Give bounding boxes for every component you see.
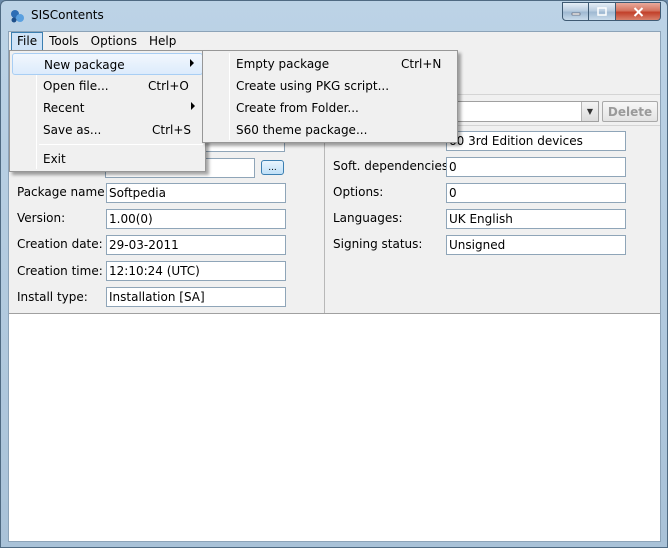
app-icon bbox=[11, 10, 24, 23]
menu-item-label: New package bbox=[44, 58, 125, 72]
submenu-s60-theme-package[interactable]: S60 theme package... bbox=[205, 119, 455, 141]
window-controls bbox=[562, 2, 661, 21]
menu-item-label: Exit bbox=[43, 152, 66, 166]
target-devices-field[interactable]: 60 3rd Edition devices bbox=[446, 131, 626, 151]
browse-button[interactable]: ... bbox=[261, 160, 284, 175]
menu-item-label: S60 theme package... bbox=[236, 123, 368, 137]
label-install-type: Install type: bbox=[17, 290, 88, 304]
creation-date-field[interactable]: 29-03-2011 bbox=[106, 235, 286, 255]
soft-dependencies-field[interactable]: 0 bbox=[446, 157, 626, 177]
label-package-name: Package name: bbox=[17, 185, 109, 199]
package-name-field[interactable]: Softpedia bbox=[106, 183, 286, 203]
menu-help[interactable]: Help bbox=[143, 32, 182, 51]
close-button[interactable] bbox=[616, 2, 661, 21]
menu-tools[interactable]: Tools bbox=[43, 32, 85, 51]
label-creation-date: Creation date: bbox=[17, 237, 103, 251]
close-icon bbox=[633, 6, 643, 17]
file-list-area[interactable] bbox=[9, 313, 660, 541]
file-menu-save-as[interactable]: Save as... Ctrl+S bbox=[12, 119, 203, 141]
label-languages: Languages: bbox=[333, 211, 403, 225]
file-menu-new-package[interactable]: New package bbox=[12, 53, 203, 75]
maximize-icon bbox=[597, 7, 607, 16]
version-field[interactable]: 1.00(0) bbox=[106, 209, 286, 229]
menu-bar: File Tools Options Help bbox=[9, 32, 660, 51]
minimize-icon bbox=[571, 12, 580, 15]
title-bar[interactable]: SISContents bbox=[1, 1, 667, 31]
submenu-empty-package[interactable]: Empty package Ctrl+N bbox=[205, 53, 455, 75]
panel-divider bbox=[324, 126, 325, 313]
chevron-down-icon[interactable]: ▼ bbox=[581, 102, 598, 121]
menu-item-label: Recent bbox=[43, 101, 85, 115]
menu-separator bbox=[39, 144, 203, 145]
install-type-field[interactable]: Installation [SA] bbox=[106, 287, 286, 307]
window-title: SISContents bbox=[31, 8, 104, 22]
menu-item-shortcut: Ctrl+S bbox=[152, 123, 192, 137]
menu-options[interactable]: Options bbox=[85, 32, 143, 51]
label-creation-time: Creation time: bbox=[17, 264, 103, 278]
file-combo[interactable]: ▼ bbox=[456, 101, 599, 122]
label-options: Options: bbox=[333, 185, 384, 199]
menu-file[interactable]: File bbox=[11, 32, 44, 51]
menu-item-label: Empty package bbox=[236, 57, 330, 71]
maximize-button[interactable] bbox=[589, 2, 616, 21]
minimize-button[interactable] bbox=[562, 2, 589, 21]
new-package-submenu: Empty package Ctrl+N Create using PKG sc… bbox=[202, 50, 458, 143]
file-menu-dropdown: New package Open file... Ctrl+O Recent S… bbox=[9, 50, 206, 172]
file-menu-exit[interactable]: Exit bbox=[12, 148, 203, 170]
menu-item-shortcut: Ctrl+N bbox=[401, 57, 442, 71]
menu-item-label: Create from Folder... bbox=[236, 101, 359, 115]
submenu-create-pkg-script[interactable]: Create using PKG script... bbox=[205, 75, 455, 97]
menu-item-label: Save as... bbox=[43, 123, 102, 137]
submenu-create-from-folder[interactable]: Create from Folder... bbox=[205, 97, 455, 119]
label-signing-status: Signing status: bbox=[333, 237, 423, 251]
submenu-arrow-icon bbox=[190, 59, 194, 67]
menu-item-label: Open file... bbox=[43, 79, 109, 93]
file-menu-recent[interactable]: Recent bbox=[12, 97, 203, 119]
file-menu-open-file[interactable]: Open file... Ctrl+O bbox=[12, 75, 203, 97]
menu-item-label: Create using PKG script... bbox=[236, 79, 390, 93]
submenu-arrow-icon bbox=[191, 102, 195, 110]
label-soft-dependencies: Soft. dependencies: bbox=[333, 159, 453, 173]
options-field[interactable]: 0 bbox=[446, 183, 626, 203]
creation-time-field[interactable]: 12:10:24 (UTC) bbox=[106, 261, 286, 281]
signing-status-field[interactable]: Unsigned bbox=[446, 235, 626, 255]
menu-item-shortcut: Ctrl+O bbox=[148, 79, 189, 93]
delete-button[interactable]: Delete bbox=[602, 101, 658, 122]
label-version: Version: bbox=[17, 211, 66, 225]
languages-field[interactable]: UK English bbox=[446, 209, 626, 229]
